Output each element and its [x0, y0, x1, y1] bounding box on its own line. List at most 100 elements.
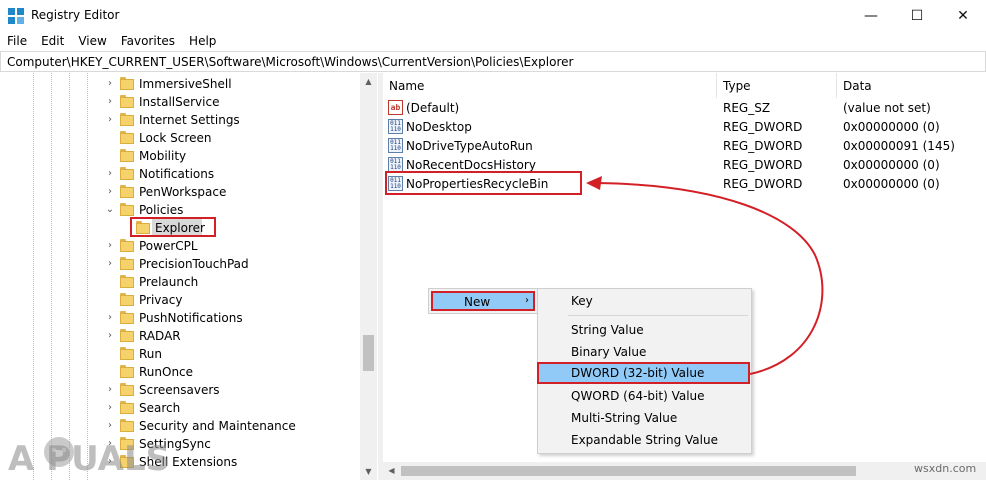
scroll-up-icon[interactable]: ▲: [360, 73, 377, 90]
folder-icon: [120, 167, 134, 180]
tree-item[interactable]: › InstallService: [0, 93, 360, 111]
tree-item[interactable]: › Notifications: [0, 165, 360, 183]
submenu-item-label: Expandable String Value: [571, 433, 718, 447]
column-header-type[interactable]: Type: [717, 73, 837, 98]
column-header-name[interactable]: Name: [383, 73, 717, 98]
tree-item[interactable]: › RADAR: [0, 327, 360, 345]
values-hscrollbar[interactable]: ◀: [383, 462, 986, 480]
tree-item[interactable]: › ImmersiveShell: [0, 75, 360, 93]
chevron-down-icon[interactable]: ⌄: [105, 203, 115, 217]
tree-item[interactable]: Lock Screen: [0, 129, 360, 147]
tree-item[interactable]: › PowerCPL: [0, 237, 360, 255]
chevron-right-icon[interactable]: ›: [105, 401, 115, 415]
tree-item[interactable]: Prelaunch: [0, 273, 360, 291]
value-data: 0x00000000 (0): [843, 158, 940, 172]
value-data: 0x00000000 (0): [843, 177, 940, 191]
tree-item[interactable]: › Internet Settings: [0, 111, 360, 129]
chevron-right-icon[interactable]: ›: [105, 185, 115, 199]
chevron-right-icon[interactable]: ›: [105, 77, 115, 91]
chevron-right-icon[interactable]: ›: [105, 257, 115, 271]
appuals-watermark-logo: A PUALS: [8, 437, 170, 478]
tree-scrollbar[interactable]: ▲ ▼: [360, 73, 377, 480]
address-bar[interactable]: Computer\HKEY_CURRENT_USER\Software\Micr…: [0, 51, 986, 72]
submenu-item-string-value[interactable]: String Value: [538, 319, 751, 341]
submenu-item-dword-value[interactable]: DWORD (32-bit) Value: [537, 362, 750, 384]
tree-item[interactable]: › PushNotifications: [0, 309, 360, 327]
chevron-right-icon[interactable]: ›: [105, 329, 115, 343]
menu-item-new[interactable]: New ›: [431, 291, 535, 311]
menu-view[interactable]: View: [71, 31, 113, 51]
folder-icon: [120, 293, 134, 306]
tree-scroll-thumb[interactable]: [363, 335, 374, 371]
maximize-button[interactable]: ☐: [894, 0, 940, 31]
explorer-key-highlight: [130, 217, 216, 237]
tree-item[interactable]: › Screensavers: [0, 381, 360, 399]
chevron-right-icon[interactable]: ›: [105, 311, 115, 325]
chevron-right-icon[interactable]: ›: [105, 167, 115, 181]
tree-item-label: Privacy: [139, 293, 183, 307]
submenu-item-label: Multi-String Value: [571, 411, 678, 425]
value-name: NoDriveTypeAutoRun: [406, 139, 533, 153]
submenu-item-key[interactable]: Key: [538, 290, 751, 312]
menu-help[interactable]: Help: [182, 31, 223, 51]
folder-icon: [120, 239, 134, 252]
tree-item[interactable]: › PenWorkspace: [0, 183, 360, 201]
tree-item-label: Lock Screen: [139, 131, 212, 145]
submenu-item-expandable-string-value[interactable]: Expandable String Value: [538, 429, 751, 451]
folder-icon: [120, 185, 134, 198]
submenu-item-label: Key: [571, 294, 593, 308]
binary-value-icon: 011 110: [388, 138, 403, 153]
site-watermark: wsxdn.com: [914, 462, 977, 475]
value-name: NoDesktop: [406, 120, 472, 134]
value-type: REG_DWORD: [723, 139, 803, 153]
tree-item-label: Run: [139, 347, 163, 361]
tree-item-label: ImmersiveShell: [139, 77, 232, 91]
submenu-item-qword-value[interactable]: QWORD (64-bit) Value: [538, 385, 751, 407]
folder-icon: [120, 77, 134, 90]
folder-icon: [120, 149, 134, 162]
folder-icon: [120, 329, 134, 342]
chevron-right-icon[interactable]: ›: [105, 383, 115, 397]
submenu-item-binary-value[interactable]: Binary Value: [538, 341, 751, 363]
tree-item[interactable]: RunOnce: [0, 363, 360, 381]
scroll-left-icon[interactable]: ◀: [383, 462, 400, 480]
tree-item[interactable]: Run: [0, 345, 360, 363]
value-type: REG_DWORD: [723, 177, 803, 191]
chevron-right-icon[interactable]: ›: [105, 95, 115, 109]
value-row[interactable]: 011 110 NoDriveTypeAutoRun REG_DWORD 0x0000…: [383, 136, 986, 155]
tree-item-label: Internet Settings: [139, 113, 240, 127]
values-scroll-thumb[interactable]: [401, 466, 856, 476]
menu-favorites[interactable]: Favorites: [114, 31, 182, 51]
value-row[interactable]: ab (Default) REG_SZ (value not set): [383, 98, 986, 117]
folder-icon: [120, 383, 134, 396]
tree-item[interactable]: › PrecisionTouchPad: [0, 255, 360, 273]
value-type: REG_DWORD: [723, 120, 803, 134]
chevron-right-icon[interactable]: ›: [105, 239, 115, 253]
tree-item[interactable]: › Search: [0, 399, 360, 417]
tree-item-label: PenWorkspace: [139, 185, 227, 199]
column-header-data[interactable]: Data: [837, 73, 986, 98]
value-data: 0x00000000 (0): [843, 120, 940, 134]
menu-item-new-label: New: [464, 295, 491, 309]
minimize-button[interactable]: —: [848, 0, 894, 31]
folder-icon: [120, 95, 134, 108]
submenu-item-label: QWORD (64-bit) Value: [571, 389, 705, 403]
menu-file[interactable]: File: [0, 31, 34, 51]
submenu-item-label: String Value: [571, 323, 644, 337]
close-icon: ✕: [957, 7, 969, 24]
value-row[interactable]: 011 110 NoDesktop REG_DWORD 0x00000000 (0): [383, 117, 986, 136]
scroll-down-icon[interactable]: ▼: [360, 463, 377, 480]
watermark-brand-text: A PUALS: [8, 439, 170, 478]
tree-item[interactable]: Mobility: [0, 147, 360, 165]
value-name: NoRecentDocsHistory: [406, 158, 536, 172]
chevron-right-icon[interactable]: ›: [105, 113, 115, 127]
submenu-item-multi-string-value[interactable]: Multi-String Value: [538, 407, 751, 429]
close-button[interactable]: ✕: [940, 0, 986, 31]
menu-edit[interactable]: Edit: [34, 31, 71, 51]
value-data: 0x00000091 (145): [843, 139, 955, 153]
tree-item[interactable]: Privacy: [0, 291, 360, 309]
binary-value-icon: 011 110: [388, 119, 403, 134]
folder-icon: [120, 401, 134, 414]
menu-bar: File Edit View Favorites Help: [0, 31, 986, 51]
string-value-icon: ab: [388, 100, 403, 115]
